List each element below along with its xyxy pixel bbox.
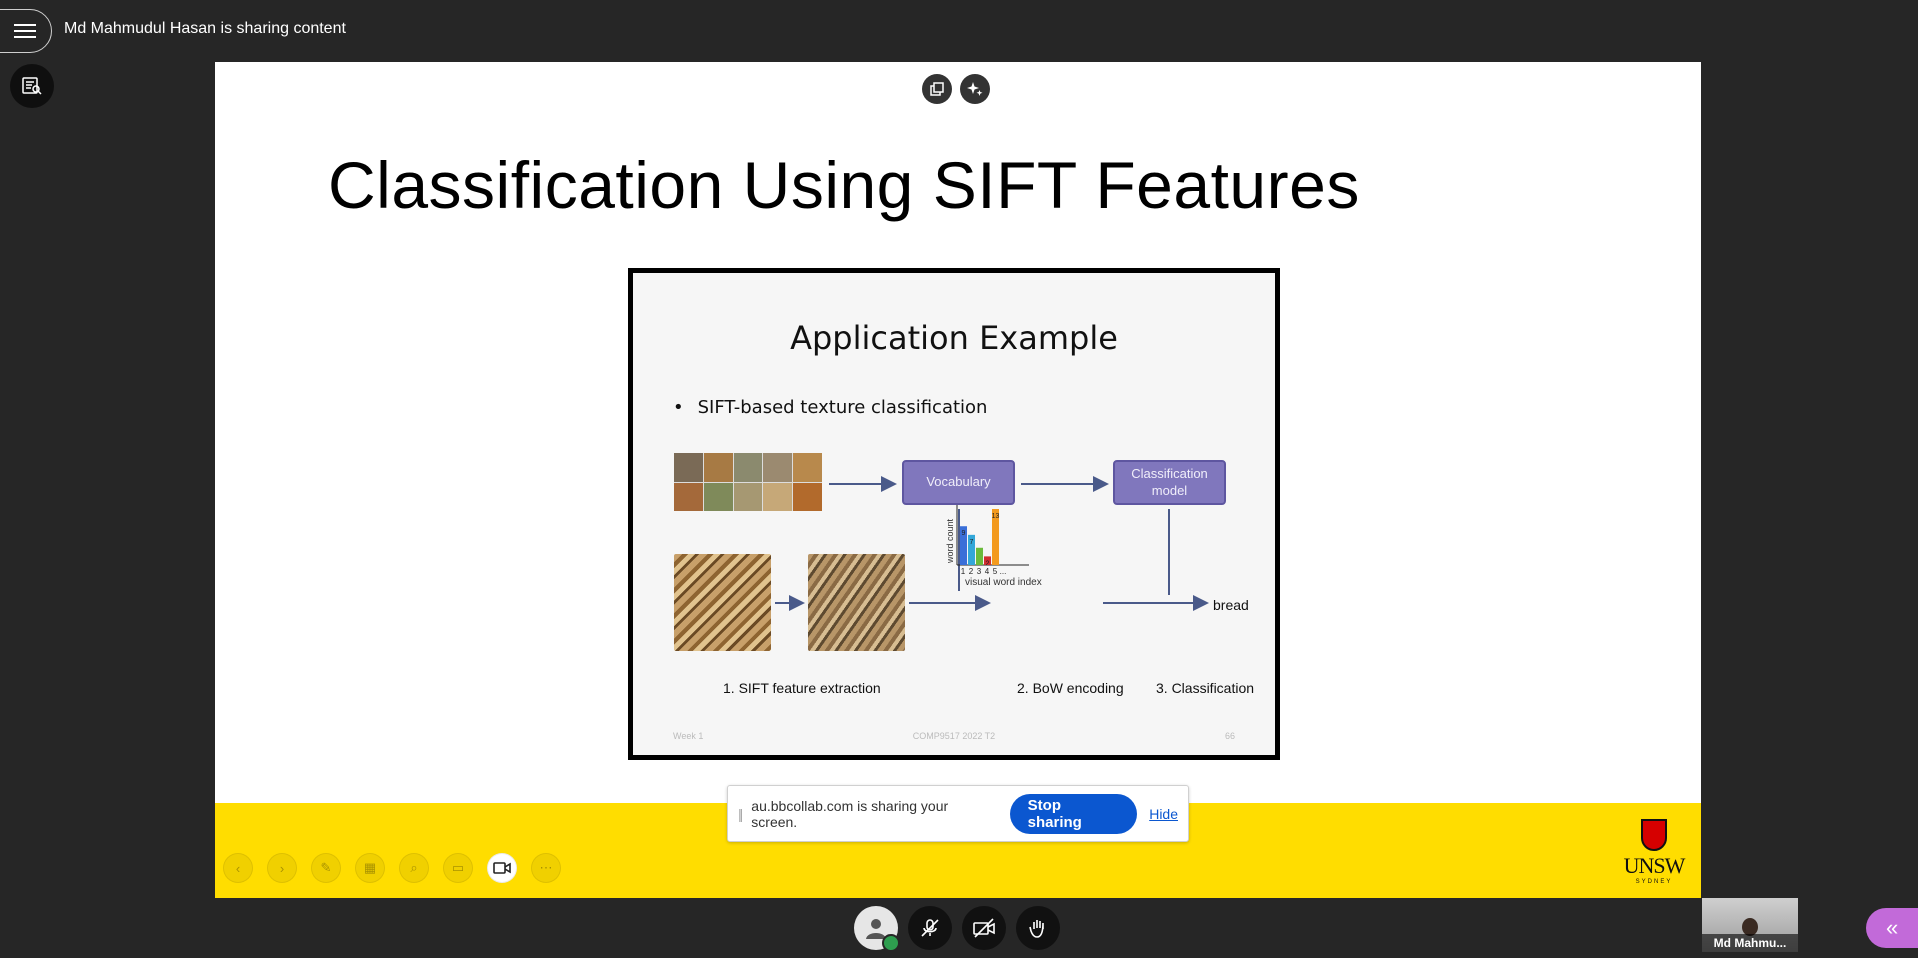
- step3-label: 3. Classification: [1156, 680, 1255, 696]
- sparkle-button[interactable]: [960, 74, 990, 104]
- sharing-status-title: Md Mahmudul Hasan is sharing content: [64, 20, 346, 37]
- subtitles-icon: ▭: [451, 860, 465, 875]
- histogram-tick-label: 5: [993, 567, 998, 576]
- embedded-slide: Application Example • SIFT-based texture …: [628, 268, 1280, 760]
- chevron-left-icon: ‹: [235, 860, 241, 876]
- chevron-right-icon: ›: [279, 860, 285, 876]
- screen-share-notice: || au.bbcollab.com is sharing your scree…: [727, 785, 1189, 842]
- self-video-tile[interactable]: Md Mahmu...: [1702, 898, 1798, 952]
- histogram-value-label: 7: [970, 539, 974, 546]
- step2-label: 2. BoW encoding: [1017, 680, 1124, 696]
- slides-overview-button[interactable]: ▦: [355, 853, 385, 883]
- histogram-tick-label: 2: [969, 567, 974, 576]
- captions-button[interactable]: [10, 64, 54, 108]
- embedded-footer-right: 66: [1224, 731, 1235, 741]
- histogram-value-label: 13: [992, 513, 1000, 520]
- histogram-tick-label: 1: [961, 567, 966, 576]
- raise-hand-button[interactable]: [1016, 906, 1060, 950]
- histogram-y-label: word count: [945, 518, 955, 564]
- pen-icon: ✎: [320, 860, 332, 875]
- raise-hand-icon: [1029, 920, 1044, 938]
- double-chevron-left-icon: «: [1886, 915, 1899, 940]
- next-slide-button[interactable]: ›: [267, 853, 297, 883]
- camera-button[interactable]: [962, 906, 1006, 950]
- histogram-tick-label: ...: [1000, 567, 1007, 576]
- call-controls: [854, 906, 1060, 952]
- slide-tools: [922, 74, 990, 104]
- self-view-name: Md Mahmu...: [1702, 934, 1798, 952]
- popout-button[interactable]: [922, 74, 952, 104]
- camera-toggle-button[interactable]: [487, 853, 517, 883]
- histogram-value-label: 9: [962, 530, 966, 537]
- unsw-logo: UNSW SYDNEY: [1619, 819, 1689, 889]
- pen-tool-button[interactable]: ✎: [311, 853, 341, 883]
- step1-label: 1. SIFT feature extraction: [723, 680, 881, 696]
- magnifier-icon: ⌕: [410, 860, 418, 875]
- zoom-button[interactable]: ⌕: [399, 853, 429, 883]
- microphone-button[interactable]: [908, 906, 952, 950]
- histogram-x-label: visual word index: [965, 577, 1042, 588]
- collaborate-panel-toggle[interactable]: «: [1866, 908, 1918, 948]
- previous-slide-button[interactable]: ‹: [223, 853, 253, 883]
- hide-notice-link[interactable]: Hide: [1149, 806, 1178, 822]
- drag-handle-icon[interactable]: ||: [738, 806, 743, 822]
- ellipsis-icon: ⋯: [539, 860, 553, 875]
- subtitles-button[interactable]: ▭: [443, 853, 473, 883]
- histogram-tick-label: 3: [977, 567, 982, 576]
- captions-icon: [22, 77, 42, 95]
- more-options-button[interactable]: ⋯: [531, 853, 561, 883]
- predicted-label: bread: [1213, 597, 1249, 613]
- histogram-bar: [976, 547, 983, 565]
- unsw-crest: [1641, 819, 1667, 851]
- sparkle-icon: [967, 82, 983, 96]
- stop-sharing-button[interactable]: Stop sharing: [1009, 793, 1138, 834]
- shared-slide: Classification Using SIFT Features Appli…: [215, 62, 1701, 898]
- presentation-controls: ‹ › ✎ ▦ ⌕ ▭ ⋯: [223, 853, 561, 883]
- slide-title: Classification Using SIFT Features: [328, 148, 1360, 222]
- camera-off-icon: [973, 918, 995, 938]
- microphone-muted-icon: [921, 919, 939, 937]
- hamburger-menu-icon: [14, 24, 36, 38]
- histogram-tick-label: 4: [985, 567, 990, 576]
- grid-icon: ▦: [363, 860, 377, 875]
- main-menu-button[interactable]: [0, 9, 52, 53]
- popout-icon: [930, 82, 944, 96]
- my-status-button[interactable]: [854, 906, 900, 952]
- embedded-footer-center: COMP9517 2022 T2: [912, 731, 996, 741]
- status-available-icon: [882, 934, 900, 952]
- video-camera-icon: [493, 862, 511, 874]
- share-notice-text: au.bbcollab.com is sharing your screen.: [751, 797, 949, 830]
